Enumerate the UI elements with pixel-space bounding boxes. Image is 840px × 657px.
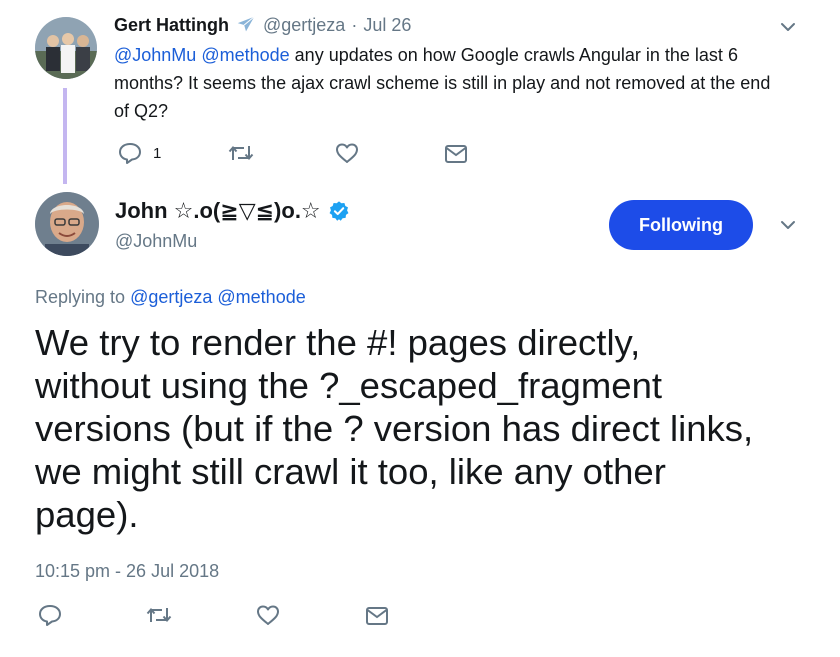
retweet-icon	[146, 605, 172, 625]
reply-icon	[38, 604, 62, 626]
mention-link[interactable]: @methode	[217, 287, 305, 307]
main-author-handle[interactable]: @JohnMu	[115, 231, 197, 252]
envelope-icon	[444, 144, 468, 164]
reply-tweet-text: @JohnMu @methode any updates on how Goog…	[114, 41, 784, 125]
retweet-button[interactable]	[228, 143, 254, 163]
retweet-icon	[228, 143, 254, 163]
replying-to-line: Replying to @gertjeza @methode	[35, 287, 306, 308]
mention-link[interactable]: @JohnMu	[114, 45, 196, 65]
replying-to-label: Replying to	[35, 287, 126, 307]
main-author-name[interactable]: John ☆.o(≧▽≦)o.☆	[115, 198, 321, 224]
mention-link[interactable]: @methode	[201, 45, 289, 65]
thread-line	[63, 88, 67, 184]
dm-button[interactable]	[365, 606, 389, 626]
reply-button[interactable]: 1	[118, 142, 161, 164]
chevron-down-icon[interactable]	[778, 215, 798, 240]
reply-icon	[118, 142, 142, 164]
like-button[interactable]	[256, 604, 280, 626]
reply-author-name[interactable]: Gert Hattingh	[114, 15, 229, 36]
airplane-icon	[235, 14, 257, 36]
separator-dot: ·	[351, 14, 358, 35]
heart-icon	[256, 604, 280, 626]
retweet-button[interactable]	[146, 605, 172, 625]
avatar-gert[interactable]	[35, 17, 97, 79]
reply-author-handle[interactable]: @gertjeza	[263, 15, 345, 36]
like-button[interactable]	[335, 142, 359, 164]
chevron-down-icon[interactable]	[778, 17, 798, 42]
heart-icon	[335, 142, 359, 164]
verified-badge-icon	[328, 200, 350, 222]
dm-button[interactable]	[444, 144, 468, 164]
avatar-john[interactable]	[35, 192, 99, 256]
mention-link[interactable]: @gertjeza	[130, 287, 212, 307]
main-tweet-header: John ☆.o(≧▽≦)o.☆	[115, 196, 350, 226]
main-tweet-text: We try to render the #! pages directly, …	[35, 322, 754, 535]
tweet-timestamp[interactable]: 10:15 pm - 26 Jul 2018	[35, 561, 219, 582]
following-button[interactable]: Following	[609, 200, 753, 250]
reply-tweet-header: Gert Hattingh @gertjeza · Jul 26	[114, 12, 411, 38]
reply-date[interactable]: Jul 26	[363, 15, 411, 36]
envelope-icon	[365, 606, 389, 626]
reply-count: 1	[153, 144, 162, 162]
reply-button[interactable]	[38, 604, 62, 626]
